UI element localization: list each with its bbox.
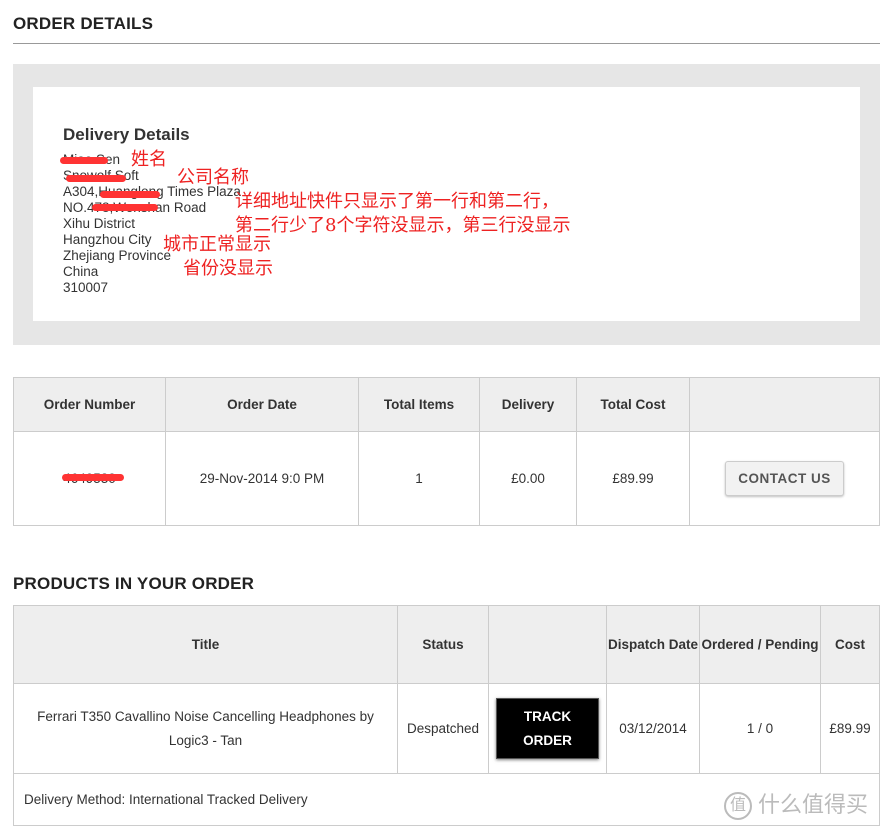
annotation-company: 公司名称 [177,167,249,188]
order-summary-table: Order Number Order Date Total Items Deli… [13,377,880,526]
header-total-cost: Total Cost [576,377,690,432]
watermark: 值什么值得买 [724,787,868,821]
header-status: Status [397,605,489,684]
product-title: Ferrari T350 Cavallino Noise Cancelling … [13,683,398,774]
header-dispatch-date: Dispatch Date [606,605,700,684]
order-date: 29-Nov-2014 9:0 PM [165,431,359,526]
annotation-city: 城市正常显示 [163,234,271,255]
delivery-details-title: Delivery Details [63,125,190,144]
header-action [689,377,880,432]
ordered-pending: 1 / 0 [699,683,821,774]
header-cost: Cost [820,605,880,684]
watermark-badge-icon: 值 [724,792,752,821]
annotation-name: 姓名 [131,149,167,170]
annotation-address-2: 第二行少了8个字符没显示，第三行没显示 [235,215,571,236]
address-line: 310007 [63,280,109,295]
annotation-province: 省份没显示 [183,258,273,279]
table-row: Ferrari T350 Cavallino Noise Cancelling … [13,683,880,774]
order-number: 4649530 [13,431,166,526]
header-delivery: Delivery [479,377,577,432]
order-details-heading: ORDER DETAILS [13,14,154,33]
delivery-cost: £0.00 [479,431,577,526]
contact-cell: CONTACT US [689,431,880,526]
header-title: Title [13,605,398,684]
track-order-button[interactable]: TRACK ORDER [496,698,599,759]
header-track [488,605,607,684]
total-items: 1 [358,431,480,526]
product-cost: £89.99 [820,683,880,774]
divider [13,43,880,44]
product-status: Despatched [397,683,489,774]
header-order-date: Order Date [165,377,359,432]
redaction-mark [92,204,158,211]
total-cost: £89.99 [576,431,690,526]
header-total-items: Total Items [358,377,480,432]
redaction-mark [100,191,160,198]
redaction-mark [66,175,126,182]
track-cell: TRACK ORDER [488,683,607,774]
products-heading: PRODUCTS IN YOUR ORDER [13,574,255,593]
contact-us-button[interactable]: CONTACT US [725,461,844,496]
annotation-address-1: 详细地址快件只显示了第一行和第二行， [235,191,559,212]
header-ordered-pending: Ordered / Pending [699,605,821,684]
dispatch-date: 03/12/2014 [606,683,700,774]
header-order-number: Order Number [13,377,166,432]
redaction-mark [60,157,108,164]
table-row: 4649530 29-Nov-2014 9:0 PM 1 £0.00 £89.9… [13,431,880,526]
